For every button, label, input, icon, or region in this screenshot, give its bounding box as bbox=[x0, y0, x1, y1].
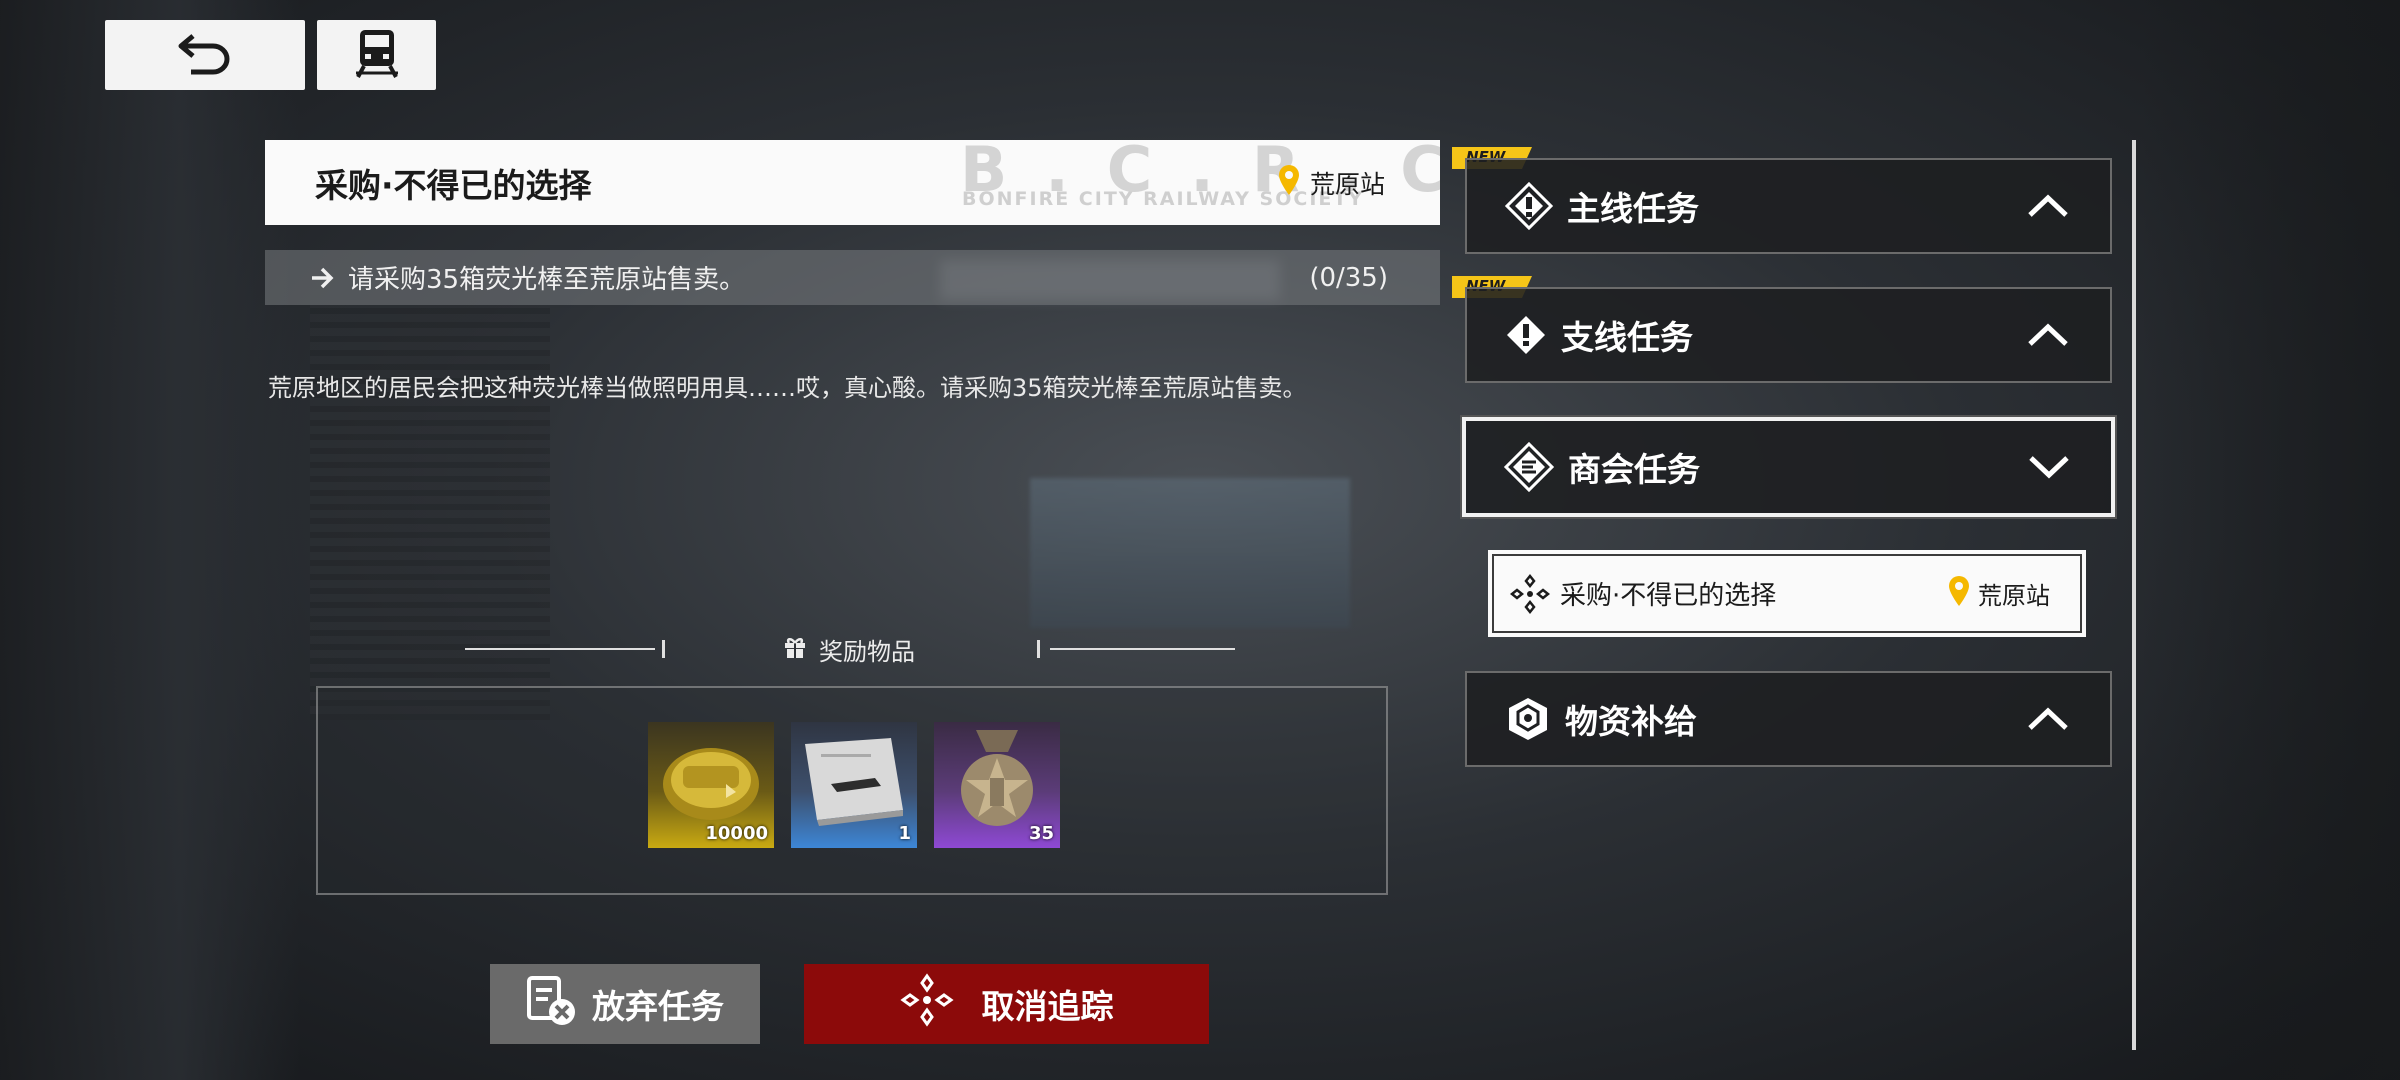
reward-header-label: 奖励物品 bbox=[783, 632, 915, 667]
quest-objective: 请采购35箱荧光棒至荒原站售卖。 (0/35) bbox=[265, 250, 1440, 305]
back-button[interactable] bbox=[105, 20, 305, 90]
divider-tick bbox=[662, 640, 665, 658]
main-quest-icon bbox=[1505, 182, 1553, 230]
category-label: 商会任务 bbox=[1568, 450, 1700, 489]
location-pin-icon bbox=[1948, 575, 1970, 613]
background-left-wall bbox=[0, 0, 300, 1080]
category-trade-quests[interactable]: 商会任务 bbox=[1462, 417, 2115, 517]
background-screen bbox=[1030, 478, 1350, 628]
chevron-up-icon bbox=[2026, 706, 2070, 732]
arrow-right-icon bbox=[310, 265, 334, 291]
untrack-label: 取消追踪 bbox=[981, 987, 1114, 1026]
divider-tick bbox=[1037, 640, 1040, 658]
reward-qty: 10000 bbox=[705, 823, 768, 844]
trade-quest-icon bbox=[1504, 442, 1554, 492]
reward-qty: 1 bbox=[898, 823, 911, 844]
objective-text: 请采购35箱荧光棒至荒原站售卖。 bbox=[348, 265, 746, 295]
gift-icon bbox=[783, 635, 807, 665]
chevron-up-icon bbox=[2026, 193, 2070, 219]
reward-qty: 35 bbox=[1028, 823, 1054, 844]
category-supply[interactable]: 物资补给 bbox=[1465, 671, 2112, 767]
divider-line bbox=[1050, 648, 1235, 650]
reward-item-gold[interactable]: 10000 bbox=[648, 722, 774, 848]
abandon-label: 放弃任务 bbox=[592, 987, 724, 1026]
trade-quest-location: 荒原站 bbox=[1948, 575, 2050, 613]
back-arrow-icon bbox=[175, 30, 235, 80]
train-icon bbox=[354, 27, 400, 83]
trade-quest-location-label: 荒原站 bbox=[1978, 582, 2050, 610]
abandon-quest-button[interactable]: 放弃任务 bbox=[490, 964, 760, 1044]
supply-icon bbox=[1505, 696, 1551, 742]
quest-location-label: 荒原站 bbox=[1309, 169, 1385, 199]
objective-progress: (0/35) bbox=[1309, 262, 1388, 293]
reward-item-blueprint[interactable]: 1 bbox=[791, 722, 917, 848]
tracking-icon bbox=[1510, 573, 1550, 614]
quest-title: 采购·不得已的选择 bbox=[315, 165, 592, 205]
crosshair-icon bbox=[899, 973, 954, 1035]
quest-location: 荒原站 bbox=[1278, 140, 1385, 225]
reward-header-text: 奖励物品 bbox=[819, 638, 915, 666]
category-label: 物资补给 bbox=[1565, 702, 1697, 741]
chevron-down-icon bbox=[2027, 454, 2071, 480]
trade-quest-title: 采购·不得已的选择 bbox=[1560, 581, 1777, 611]
quest-title-bar: B.C.R.C BONFIRE CITY RAILWAY SOCIETY 采购·… bbox=[265, 140, 1440, 225]
quest-description: 荒原地区的居民会把这种荧光棒当做照明用具……哎，真心酸。请采购35箱荧光棒至荒原… bbox=[268, 374, 1307, 402]
side-quest-icon bbox=[1505, 314, 1547, 356]
category-label: 支线任务 bbox=[1561, 318, 1693, 357]
scrollbar[interactable] bbox=[2132, 140, 2136, 1050]
background-right-wall bbox=[2140, 0, 2400, 1080]
trade-quest-entry[interactable]: 采购·不得已的选择 荒原站 bbox=[1488, 550, 2086, 637]
reward-item-medal[interactable]: 35 bbox=[934, 722, 1060, 848]
chevron-up-icon bbox=[2026, 322, 2070, 348]
abandon-icon bbox=[526, 974, 578, 1034]
category-main-quests[interactable]: 主线任务 bbox=[1465, 158, 2112, 254]
reward-header: 奖励物品 bbox=[465, 630, 1235, 670]
location-pin-icon bbox=[1278, 164, 1300, 202]
train-button[interactable] bbox=[317, 20, 436, 90]
divider-line bbox=[465, 648, 655, 650]
category-side-quests[interactable]: 支线任务 bbox=[1465, 287, 2112, 383]
category-label: 主线任务 bbox=[1567, 189, 1699, 228]
untrack-button[interactable]: 取消追踪 bbox=[804, 964, 1209, 1044]
